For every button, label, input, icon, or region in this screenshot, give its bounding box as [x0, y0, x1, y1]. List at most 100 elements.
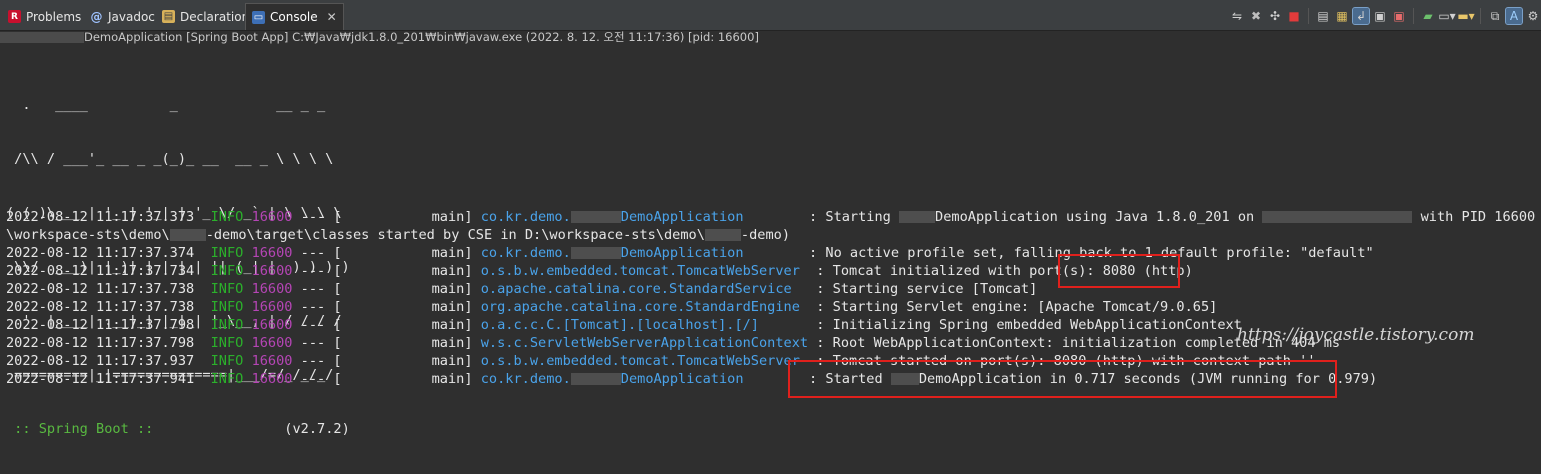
highlight-box-started	[788, 360, 1337, 398]
banner-line: /\\ / ___'_ __ _ _(_)_ __ __ _ \ \ \ \	[6, 151, 334, 167]
log-thread: --- [ main]	[292, 299, 481, 315]
log-message: with PID 16600 (D:	[1420, 209, 1536, 225]
log-logger: org.apache.catalina.core.StandardEngine	[480, 299, 800, 315]
log-logger: co.kr.demo.	[480, 209, 571, 225]
close-icon[interactable]: ✕	[327, 10, 337, 24]
log-pid: 16600	[251, 317, 293, 333]
display-selected-console-icon[interactable]: ▭▾	[1438, 8, 1455, 24]
log-thread: --- [ main]	[292, 371, 481, 387]
tab-problems[interactable]: R Problems	[2, 4, 87, 29]
log-logger: DemoApplication	[620, 371, 744, 387]
log-logger: w.s.c.ServletWebServerApplicationContext	[480, 335, 809, 351]
open-console-icon[interactable]: ▬▾	[1457, 8, 1474, 24]
log-level: INFO	[210, 371, 244, 387]
toolbar-separator	[1308, 8, 1309, 24]
log-logger: DemoApplication	[620, 245, 744, 261]
log-pid: 16600	[251, 281, 293, 297]
log-continuation: -demo\target\classes started by CSE in D…	[205, 227, 705, 243]
log-level: INFO	[210, 209, 244, 225]
log-thread: --- [ main]	[292, 245, 481, 261]
toolbar-separator	[1480, 8, 1481, 24]
log-line: 2022-08-12 11:17:37.373 INFO 16600 --- […	[6, 208, 1541, 226]
spring-boot-label: :: Spring Boot ::	[6, 421, 154, 437]
log-line: 2022-08-12 11:17:37.374 INFO 16600 --- […	[6, 244, 1541, 262]
log-timestamp: 2022-08-12 11:17:37.738	[6, 299, 195, 315]
redacted-region	[0, 32, 84, 43]
log-timestamp: 2022-08-12 11:17:37.373	[6, 209, 195, 225]
log-pid: 16600	[251, 353, 293, 369]
log-message: : Starting service [Tomcat]	[816, 281, 1038, 297]
tab-declaration[interactable]: ▤ Declaration	[156, 4, 255, 29]
log-timestamp: 2022-08-12 11:17:37.374	[6, 245, 195, 261]
settings-icon[interactable]: ⚙	[1525, 8, 1541, 24]
console-output[interactable]: . ____ _ __ _ _ /\\ / ___'_ __ _ _(_)_ _…	[0, 46, 1541, 437]
log-logger: DemoApplication	[620, 209, 744, 225]
log-pid: 16600	[251, 335, 293, 351]
spring-boot-version: (v2.7.2)	[284, 421, 350, 437]
console-toolbar: ⇋ ✖ ✣ ■ ▤ ▦ ↲ ▣ ▣ ▰ ▭▾ ▬▾ ⧉ A ⚙	[1229, 6, 1541, 26]
log-message: : Starting Servlet engine: [Apache Tomca…	[816, 299, 1218, 315]
log-logger: co.kr.demo.	[480, 371, 571, 387]
remove-launch-icon[interactable]: ✖	[1248, 8, 1264, 24]
log-timestamp: 2022-08-12 11:17:37.738	[6, 281, 195, 297]
log-message: : Initializing Spring embedded WebApplic…	[816, 317, 1242, 333]
tab-label: Javadoc	[108, 9, 155, 24]
remove-all-terminated-icon[interactable]: ✣	[1267, 8, 1283, 24]
log-logger: co.kr.demo.	[480, 245, 571, 261]
log-message: : Starting	[809, 209, 900, 225]
clear-console-icon[interactable]: ▤	[1315, 8, 1331, 24]
word-wrap-icon[interactable]: ↲	[1352, 7, 1370, 25]
view-tab-bar: R Problems @ Javadoc ▤ Declaration ▭ Con…	[0, 0, 1541, 31]
log-timestamp: 2022-08-12 11:17:37.734	[6, 263, 195, 279]
scroll-lock-icon[interactable]: ▦	[1334, 8, 1350, 24]
redacted-region	[169, 229, 206, 241]
log-timestamp: 2022-08-12 11:17:37.941	[6, 371, 195, 387]
log-line: 2022-08-12 11:17:37.738 INFO 16600 --- […	[6, 298, 1541, 316]
toolbar-separator	[1413, 8, 1414, 24]
copy-icon[interactable]: ⧉	[1487, 8, 1503, 24]
log-logger: o.a.c.c.C.[Tomcat].[localhost].[/]	[480, 317, 759, 333]
pin-console-icon[interactable]: ▰	[1420, 8, 1436, 24]
tab-javadoc[interactable]: @ Javadoc	[84, 4, 161, 29]
tab-console[interactable]: ▭ Console ✕	[245, 3, 344, 30]
log-pid: 16600	[251, 371, 293, 387]
log-timestamp: 2022-08-12 11:17:37.798	[6, 317, 195, 333]
log-level: INFO	[210, 281, 244, 297]
redacted-region	[570, 211, 621, 223]
declaration-icon: ▤	[162, 10, 175, 23]
highlight-box-port	[1058, 254, 1180, 288]
log-thread: --- [ main]	[292, 353, 481, 369]
disconnect-icon[interactable]: ⇋	[1229, 8, 1245, 24]
watermark-text: https://joycastle.tistory.com	[1237, 325, 1475, 345]
tab-label: Console	[270, 10, 318, 24]
log-thread: --- [ main]	[292, 281, 481, 297]
log-logger: o.s.b.w.embedded.tomcat.TomcatWebServer	[480, 353, 800, 369]
tab-label: Problems	[26, 9, 82, 24]
log-thread: --- [ main]	[292, 209, 481, 225]
log-thread: --- [ main]	[292, 263, 481, 279]
log-thread: --- [ main]	[292, 335, 481, 351]
log-message: DemoApplication using Java 1.8.0_201 on	[935, 209, 1263, 225]
log-continuation: -demo)	[740, 227, 791, 243]
terminate-icon[interactable]: ■	[1286, 8, 1302, 24]
log-level: INFO	[210, 335, 244, 351]
javadoc-icon: @	[90, 9, 103, 24]
show-on-output-icon[interactable]: ▣	[1372, 8, 1388, 24]
banner-line: . ____ _ __ _ _	[6, 97, 326, 113]
show-on-error-icon[interactable]: ▣	[1391, 8, 1407, 24]
ansi-icon[interactable]: A	[1505, 7, 1523, 25]
log-line: 2022-08-12 11:17:37.738 INFO 16600 --- […	[6, 280, 1541, 298]
